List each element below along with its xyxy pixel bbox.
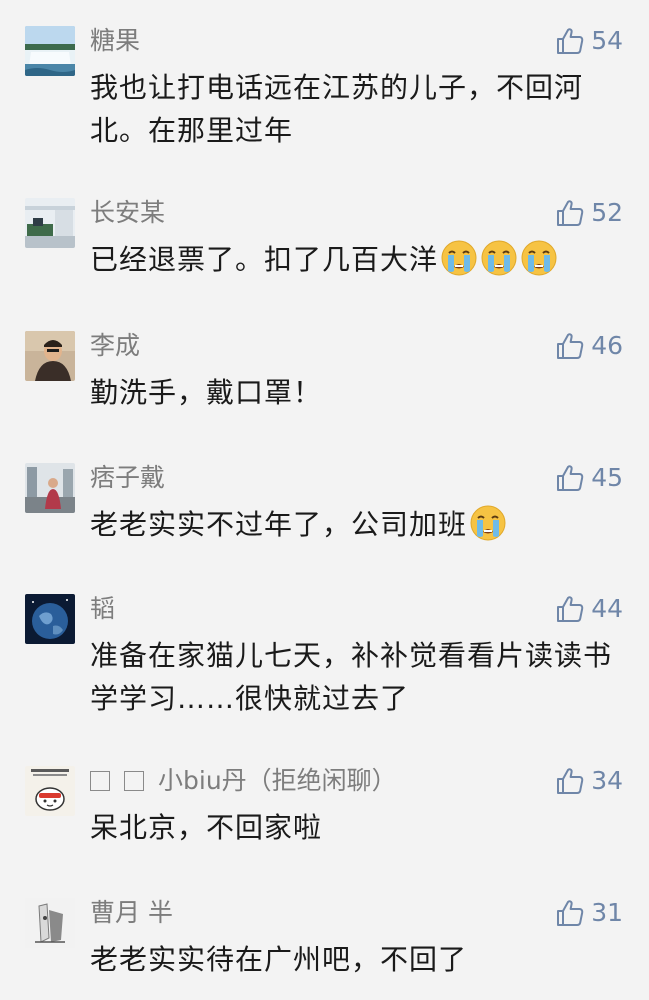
thumbs-up-icon [557,333,584,359]
placeholder-box-icon [90,771,110,791]
commenter-name-text: 小biu丹（拒绝闲聊） [158,766,397,795]
like-button[interactable]: 54 [555,26,623,56]
commenter-name[interactable]: 曹月 半 [90,898,173,928]
comment-text-body: 老老实实不过年了，公司加班 [90,508,468,541]
like-count: 31 [591,898,623,927]
commenter-name[interactable]: 小biu丹（拒绝闲聊） [90,766,397,796]
crying-face-emoji-icon [521,240,557,276]
avatar[interactable] [25,594,75,644]
placeholder-box-icon [124,771,144,791]
like-button[interactable]: 46 [555,331,623,361]
building-avatar-icon [25,198,75,248]
like-button[interactable]: 34 [555,766,623,796]
comment-text: 老老实实不过年了，公司加班 [90,503,630,546]
thumbs-up-icon [557,28,584,54]
like-count: 54 [591,26,623,55]
avatar[interactable] [25,898,75,948]
like-count: 44 [591,594,623,623]
person-avatar-icon [25,331,75,381]
like-button[interactable]: 45 [555,463,623,493]
comment-text: 呆北京，不回家啦 [90,811,323,844]
commenter-name[interactable]: 韬 [90,594,115,624]
commenter-name[interactable]: 糖果 [90,26,140,56]
comment-text: 勤洗手，戴口罩！ [90,376,323,409]
avatar[interactable] [25,766,75,816]
earth-avatar-icon [25,594,75,644]
waterfall-avatar-icon [25,26,75,76]
thumbs-up-icon [557,465,584,491]
commenter-name[interactable]: 长安某 [90,198,165,228]
thumbs-up-icon [557,768,584,794]
commenter-name[interactable]: 李成 [90,331,140,361]
thumbs-up-icon [557,596,584,622]
avatar[interactable] [25,198,75,248]
cartoon-avatar-icon [25,766,75,816]
comment-list: 糖果 54 我也让打电话远在江苏的儿子，不回河北。在那里过年 长安某 52 已经… [0,0,649,1000]
comment-text: 已经退票了。扣了几百大洋 [90,238,630,281]
thumbs-up-icon [557,900,584,926]
like-count: 45 [591,463,623,492]
like-button[interactable]: 31 [555,898,623,928]
avatar[interactable] [25,463,75,513]
commenter-name[interactable]: 痞子戴 [90,463,165,493]
street-avatar-icon [25,463,75,513]
like-button[interactable]: 52 [555,198,623,228]
crying-face-emoji-icon [481,240,517,276]
comment-text: 我也让打电话远在江苏的儿子，不回河北。在那里过年 [90,71,584,147]
crying-face-emoji-icon [470,505,506,541]
crying-face-emoji-icon [441,240,477,276]
avatar[interactable] [25,331,75,381]
like-button[interactable]: 44 [555,594,623,624]
thumbs-up-icon [557,200,584,226]
sketch-avatar-icon [25,898,75,948]
like-count: 34 [591,766,623,795]
like-count: 52 [591,198,623,227]
comment-text: 老老实实待在广州吧，不回了 [90,943,468,976]
like-count: 46 [591,331,623,360]
comment-text: 准备在家猫儿七天，补补觉看看片读读书学学习……很快就过去了 [90,639,613,715]
avatar[interactable] [25,26,75,76]
comment-text-body: 已经退票了。扣了几百大洋 [90,243,439,276]
